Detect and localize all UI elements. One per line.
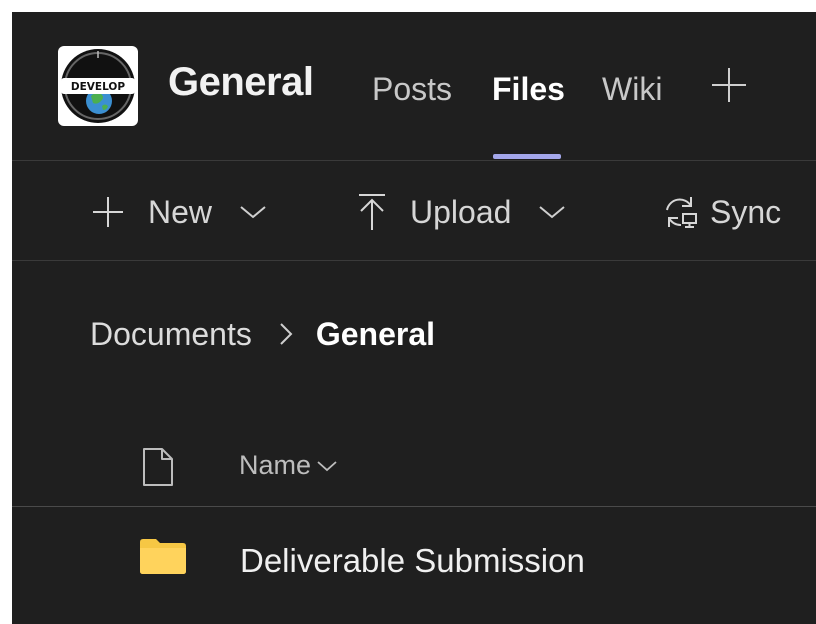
chevron-down-icon (317, 460, 337, 471)
sync-button-label: Sync (710, 193, 782, 230)
file-list-header: Name (12, 442, 816, 492)
channel-title: General (168, 60, 314, 104)
plus-icon (93, 197, 123, 227)
active-tab-indicator (493, 154, 561, 159)
tab-files[interactable]: Files (492, 69, 565, 109)
document-icon[interactable] (140, 446, 176, 488)
chevron-down-icon (539, 206, 566, 219)
header-divider (12, 160, 816, 161)
teams-files-view: DEVELOP General Posts Files Wiki New Upl… (12, 12, 816, 624)
logo-text: DEVELOP (71, 81, 125, 93)
sync-button[interactable]: Sync (660, 188, 781, 236)
name-column-label: Name (239, 450, 312, 480)
folder-icon (140, 539, 186, 574)
file-name[interactable]: Deliverable Submission (240, 542, 585, 580)
team-logo[interactable]: DEVELOP (58, 46, 138, 126)
upload-button-label: Upload (410, 193, 512, 230)
name-column-header[interactable]: Name (239, 450, 339, 481)
breadcrumb-item-current: General (315, 315, 436, 352)
tab-wiki[interactable]: Wiki (602, 69, 662, 109)
new-button[interactable]: New (90, 188, 268, 236)
breadcrumb: Documents General (90, 312, 435, 356)
upload-icon (359, 194, 385, 230)
add-tab-button[interactable] (708, 64, 750, 106)
breadcrumb-item-documents[interactable]: Documents (90, 316, 252, 353)
table-row[interactable]: Deliverable Submission (12, 508, 816, 624)
plus-icon (712, 68, 746, 102)
upload-button[interactable]: Upload (356, 188, 567, 236)
chevron-right-icon (280, 323, 293, 345)
new-button-label: New (148, 193, 213, 230)
toolbar-divider (12, 260, 816, 261)
header-row-divider (12, 506, 816, 507)
sync-icon (666, 197, 697, 228)
chevron-down-icon (240, 206, 266, 219)
tab-posts[interactable]: Posts (372, 69, 452, 109)
develop-logo-icon: DEVELOP (61, 49, 135, 123)
